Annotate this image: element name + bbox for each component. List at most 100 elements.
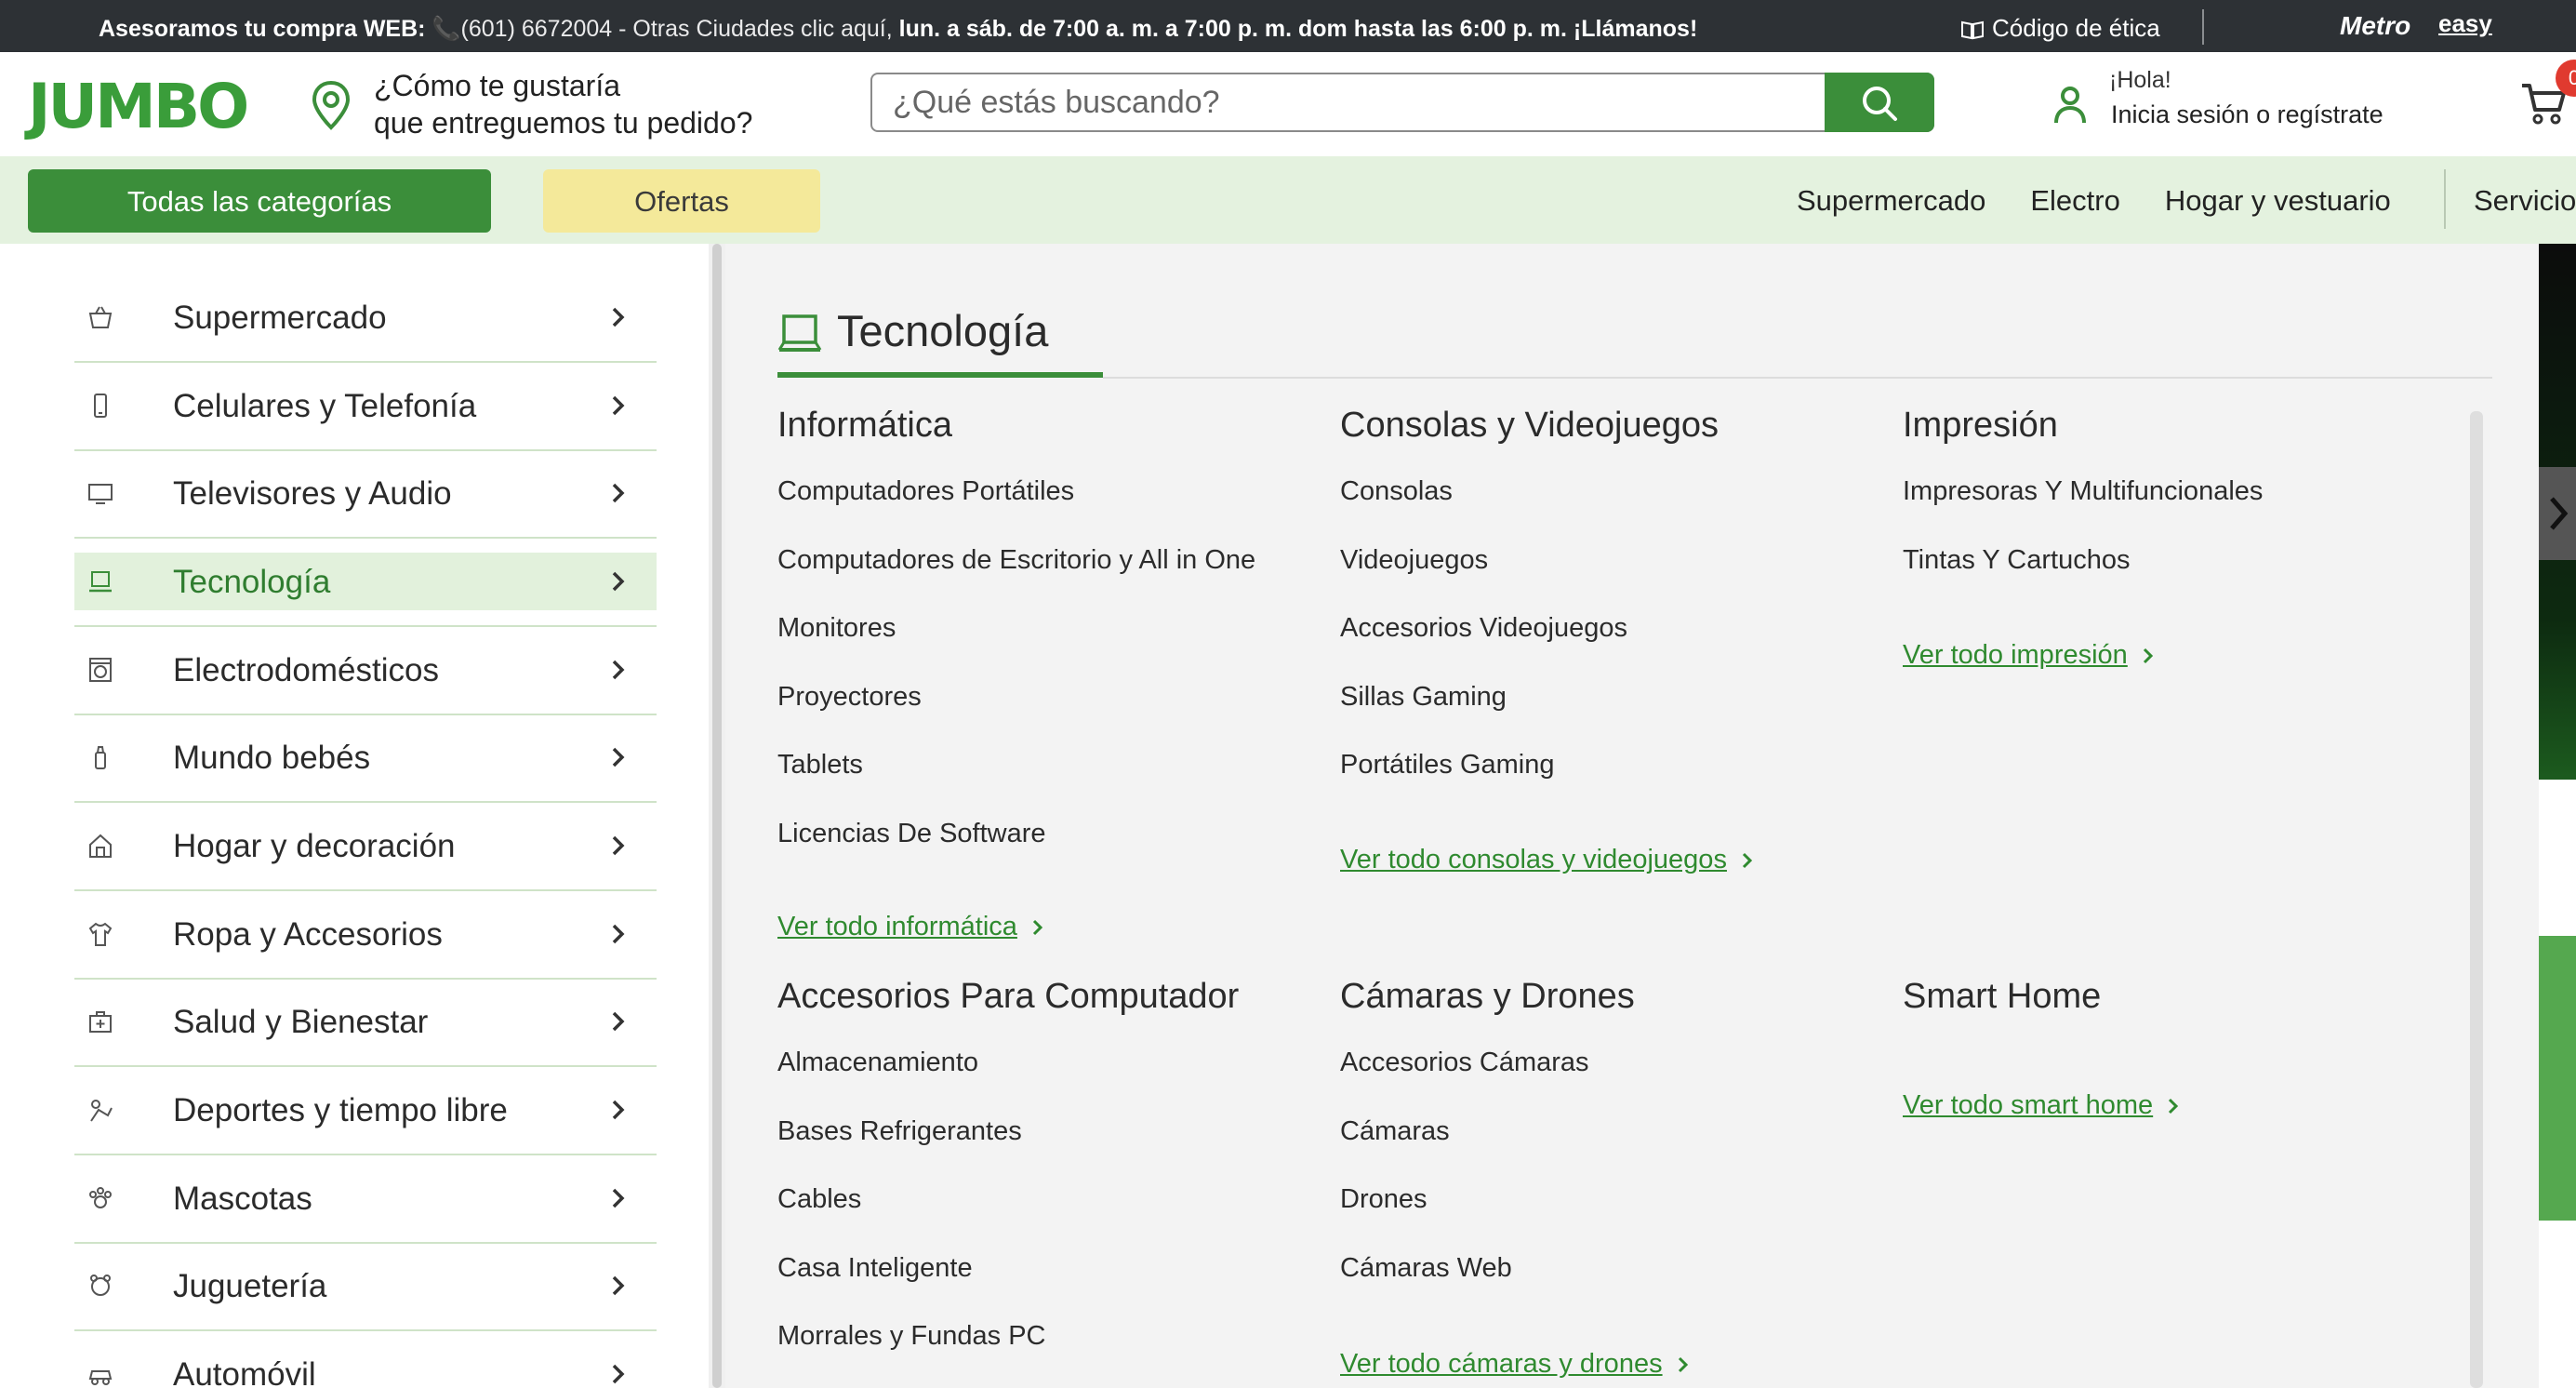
category-divider	[74, 801, 657, 803]
see-all-link[interactable]: Ver todo impresión	[1903, 640, 2156, 671]
laptop-icon	[777, 314, 822, 352]
category-item[interactable]: Hogar y decoración	[74, 817, 657, 891]
subcategory-group-title[interactable]: Smart Home	[1903, 977, 2101, 1017]
category-item[interactable]: Juguetería	[74, 1257, 657, 1331]
see-all-label: Ver todo smart home	[1903, 1090, 2154, 1120]
search-button[interactable]	[1825, 73, 1934, 132]
category-divider	[74, 449, 657, 451]
subcategory-group-title[interactable]: Accesorios Para Computador	[777, 977, 1239, 1017]
subcategory-link[interactable]: Videojuegos	[1340, 545, 1488, 576]
all-categories-button[interactable]: Todas las categorías	[28, 169, 491, 233]
subcategory-group-title[interactable]: Cámaras y Drones	[1340, 977, 1635, 1017]
advisory-phone: 📞(601) 6672004 - Otras Ciudades clic aqu…	[432, 16, 893, 42]
location-pin-icon[interactable]	[311, 80, 352, 130]
category-item[interactable]: Mundo bebés	[74, 728, 657, 803]
tv-icon	[88, 484, 113, 504]
category-label: Supermercado	[173, 300, 387, 336]
ethics-code-link[interactable]: Código de ética	[1960, 0, 2160, 52]
category-item[interactable]: Ropa y Accesorios	[74, 905, 657, 980]
subcategory-link[interactable]: Almacenamiento	[777, 1048, 978, 1078]
advisory-hours: lun. a sáb. de 7:00 a. m. a 7:00 p. m. d…	[892, 16, 1698, 42]
see-all-link[interactable]: Ver todo smart home	[1903, 1090, 2181, 1121]
category-divider	[74, 1329, 657, 1331]
nav-divider	[2444, 169, 2446, 229]
login-link[interactable]: Inicia sesión o regístrate	[2111, 100, 2383, 129]
category-item[interactable]: Salud y Bienestar	[74, 993, 657, 1067]
nav-link-hogar-vestuario[interactable]: Hogar y vestuario	[2165, 156, 2391, 246]
category-divider	[74, 361, 657, 363]
nav-link-supermercado[interactable]: Supermercado	[1797, 156, 1985, 246]
metro-brand-link[interactable]: Metro	[2340, 11, 2410, 41]
subcategory-link[interactable]: Sillas Gaming	[1340, 682, 1507, 713]
easy-brand-link[interactable]: easy	[2438, 9, 2492, 38]
category-label: Mascotas	[173, 1181, 312, 1217]
category-label: Celulares y Telefonía	[173, 388, 477, 424]
subcategory-link[interactable]: Accesorios Videojuegos	[1340, 613, 1627, 644]
chevron-right-icon	[2169, 1099, 2179, 1114]
category-item[interactable]: Deportes y tiempo libre	[74, 1081, 657, 1155]
subcategory-link[interactable]: Bases Refrigerantes	[777, 1116, 1022, 1147]
subcategory-link[interactable]: Cámaras Web	[1340, 1253, 1512, 1284]
subcategory-group-title[interactable]: Impresión	[1903, 406, 2058, 446]
chevron-right-icon	[612, 1364, 625, 1384]
category-divider	[74, 1242, 657, 1244]
category-label: Automóvil	[173, 1356, 316, 1388]
subcategory-group-title[interactable]: Informática	[777, 406, 952, 446]
chevron-right-icon	[612, 1011, 625, 1032]
chevron-right-icon	[2143, 648, 2153, 664]
delivery-selector[interactable]: ¿Cómo te gustaría que entreguemos tu ped…	[374, 67, 752, 141]
laptop-icon	[89, 571, 112, 593]
nav-link-servicios[interactable]: Servicios	[2474, 156, 2576, 246]
subcategory-link[interactable]: Monitores	[777, 613, 896, 644]
home-decor-icon	[89, 834, 112, 858]
see-all-link[interactable]: Ver todo cámaras y drones	[1340, 1349, 1691, 1380]
chevron-right-icon	[612, 660, 625, 680]
panel-title: Tecnología	[837, 306, 1049, 355]
category-label: Mundo bebés	[173, 740, 371, 776]
category-item[interactable]: Electrodomésticos	[74, 641, 657, 715]
subcategory-link[interactable]: Tablets	[777, 750, 863, 781]
chevron-right-icon	[612, 483, 625, 503]
category-item[interactable]: Automóvil	[74, 1345, 657, 1388]
subcategory-link[interactable]: Proyectores	[777, 682, 922, 713]
subcategory-link[interactable]: Impresoras Y Multifuncionales	[1903, 476, 2263, 507]
category-divider	[74, 978, 657, 980]
subcategory-link[interactable]: Computadores Portátiles	[777, 476, 1074, 507]
chevron-right-icon	[612, 1188, 625, 1208]
subcategory-link[interactable]: Accesorios Cámaras	[1340, 1048, 1589, 1078]
subcategory-link[interactable]: Casa Inteligente	[777, 1253, 973, 1284]
panel-scrollbar[interactable]	[2470, 411, 2483, 1388]
subcategory-link[interactable]: Portátiles Gaming	[1340, 750, 1555, 781]
offers-button[interactable]: Ofertas	[543, 169, 820, 233]
see-all-link[interactable]: Ver todo consolas y videojuegos	[1340, 845, 1755, 875]
category-item[interactable]: Televisores y Audio	[74, 464, 657, 539]
delivery-line-1: ¿Cómo te gustaría	[374, 69, 620, 102]
category-item[interactable]: Tecnología	[74, 553, 657, 627]
see-all-link[interactable]: Ver todo informática	[777, 912, 1045, 942]
user-icon[interactable]	[2053, 86, 2087, 125]
health-kit-icon	[89, 1011, 112, 1033]
category-label: Ropa y Accesorios	[173, 916, 443, 953]
chevron-right-icon	[612, 395, 625, 416]
category-scrollbar[interactable]	[709, 244, 725, 1388]
search-input[interactable]	[893, 74, 1823, 130]
subcategory-link[interactable]: Cables	[777, 1184, 861, 1215]
delivery-line-2: que entreguemos tu pedido?	[374, 106, 753, 140]
subcategory-link[interactable]: Morrales y Fundas PC	[777, 1321, 1046, 1352]
subcategory-group-title[interactable]: Consolas y Videojuegos	[1340, 406, 1719, 446]
advisory-message[interactable]: Asesoramos tu compra WEB: 📞(601) 6672004…	[99, 0, 1697, 52]
jumbo-logo[interactable]: JUMBO	[28, 71, 249, 142]
category-scrollbar-thumb[interactable]	[712, 244, 722, 1388]
subcategory-link[interactable]: Drones	[1340, 1184, 1427, 1215]
subcategory-link[interactable]: Computadores de Escritorio y All in One	[777, 545, 1255, 576]
category-item[interactable]: Supermercado	[74, 288, 657, 363]
subcategory-link[interactable]: Cámaras	[1340, 1116, 1450, 1147]
subcategory-link[interactable]: Licencias De Software	[777, 819, 1046, 849]
category-item[interactable]: Mascotas	[74, 1169, 657, 1244]
subcategory-link[interactable]: Consolas	[1340, 476, 1453, 507]
nav-link-electro[interactable]: Electro	[2030, 156, 2119, 246]
subcategory-link[interactable]: Tintas Y Cartuchos	[1903, 545, 2130, 576]
search-box	[870, 73, 1934, 132]
advisory-prefix: Asesoramos tu compra WEB:	[99, 16, 432, 42]
category-item[interactable]: Celulares y Telefonía	[74, 377, 657, 451]
